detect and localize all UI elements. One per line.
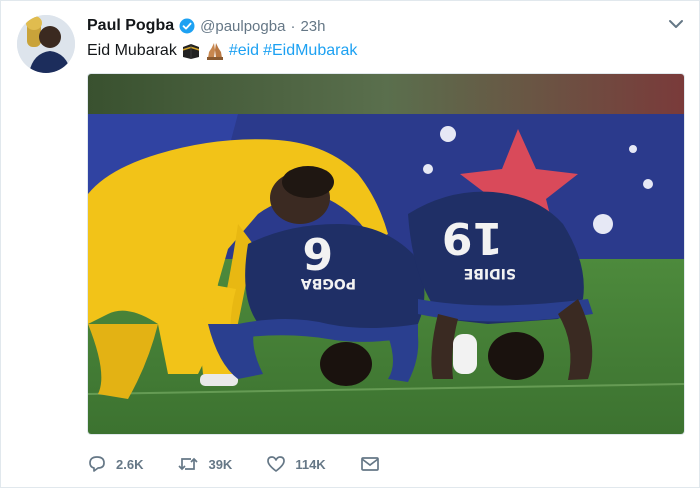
verified-badge-icon	[179, 18, 195, 34]
reply-button[interactable]: 2.6K	[87, 454, 143, 474]
heart-icon	[266, 454, 286, 474]
kaaba-emoji	[181, 42, 201, 60]
author-handle[interactable]: @paulpogba	[200, 18, 285, 35]
tweet-text-plain: Eid Mubarak	[87, 42, 177, 59]
praying-hands-emoji	[205, 42, 225, 60]
direct-message-button[interactable]	[360, 455, 380, 473]
avatar[interactable]	[17, 15, 75, 73]
tweet-actions: 2.6K 39K 114K	[87, 451, 414, 477]
jersey-number-19: 19	[442, 212, 503, 263]
retweet-count: 39K	[208, 456, 233, 472]
avatar-image	[17, 15, 75, 73]
reply-icon	[87, 454, 107, 474]
reply-count: 2.6K	[116, 456, 144, 472]
jersey-name-sidibe: SIDIBE	[464, 265, 516, 281]
tweet-photo[interactable]: 6 POGBA 19 SIDIBE	[87, 73, 685, 435]
retweet-button[interactable]: 39K	[177, 454, 232, 474]
hashtag-link[interactable]: #EidMubarak	[263, 41, 357, 61]
author-name[interactable]: Paul Pogba	[87, 17, 174, 35]
separator-dot: ·	[290, 17, 296, 35]
like-button[interactable]: 114K	[266, 454, 326, 474]
photo-players-praying: 6 POGBA 19 SIDIBE	[88, 74, 684, 434]
tweet-card[interactable]: Paul Pogba @paulpogba · 23h Eid Mubarak	[0, 0, 700, 488]
timestamp[interactable]: 23h	[300, 18, 325, 35]
envelope-icon	[360, 455, 380, 473]
jersey-number-6: 6	[302, 227, 333, 278]
hashtag-link[interactable]: #eid	[229, 41, 259, 61]
retweet-icon	[177, 454, 199, 474]
like-count: 114K	[295, 456, 326, 472]
jersey-name-pogba: POGBA	[301, 275, 356, 291]
chevron-down-icon[interactable]	[667, 17, 685, 31]
tweet-text: Eid Mubarak #eid #EidMubarak	[87, 41, 357, 61]
tweet-header: Paul Pogba @paulpogba · 23h	[87, 15, 325, 37]
